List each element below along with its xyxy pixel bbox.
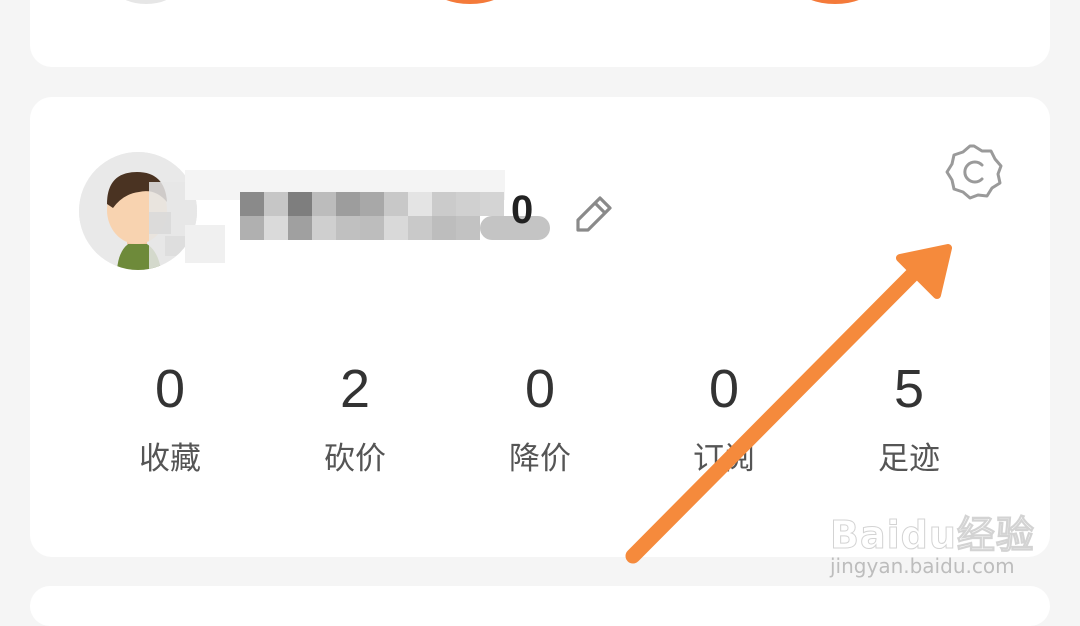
stat-value: 0 — [524, 359, 556, 419]
stat-price-drop[interactable]: 0 降价 — [470, 362, 610, 475]
baidu-jingyan-watermark: Baidu经验 jingyan.baidu.com — [826, 504, 1036, 584]
username-pixelated — [185, 170, 550, 263]
gear-icon[interactable] — [944, 142, 1004, 202]
stat-label: 订阅 — [693, 441, 755, 477]
stat-value: 0 — [154, 359, 186, 419]
pencil-icon[interactable] — [570, 190, 618, 238]
bottom-card — [30, 586, 1050, 626]
watermark-url: jingyan.baidu.com — [830, 554, 1015, 578]
stat-value: 5 — [893, 359, 925, 419]
username-visible-suffix: 0 — [511, 188, 534, 232]
stat-label: 砍价 — [324, 441, 386, 477]
stat-value: 2 — [339, 359, 371, 419]
stat-label: 收藏 — [139, 441, 201, 477]
stat-label: 降价 — [509, 441, 571, 477]
stat-favorites[interactable]: 0 收藏 — [100, 362, 240, 475]
stat-value: 0 — [708, 359, 740, 419]
stat-bargain[interactable]: 2 砍价 — [285, 362, 425, 475]
stat-subscriptions[interactable]: 0 订阅 — [654, 362, 794, 475]
username[interactable]: 0 — [165, 150, 555, 268]
watermark-brand: Baidu经验 — [830, 513, 1035, 558]
stat-footprints[interactable]: 5 足迹 — [839, 362, 979, 475]
stat-label: 足迹 — [878, 441, 940, 477]
top-card — [30, 0, 1050, 67]
